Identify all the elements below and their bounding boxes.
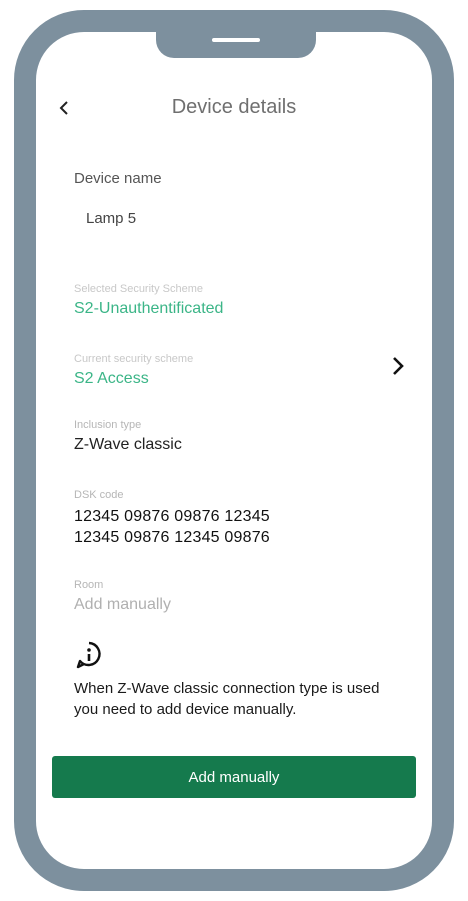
- access-level-field[interactable]: Current security scheme S2 Access: [74, 352, 402, 388]
- access-level-value: S2 Access: [74, 370, 149, 387]
- dsk-label: DSK code: [74, 489, 124, 501]
- room-field[interactable]: Room Add manually: [74, 578, 402, 614]
- security-label: Selected Security Scheme: [74, 283, 204, 295]
- page-title: Device details: [171, 96, 297, 118]
- device-details-screen: Device details Device name Lamp 5 Select…: [36, 32, 432, 869]
- room-label: Room: [74, 579, 104, 591]
- device-name-value-field[interactable]: Lamp 5: [86, 210, 402, 227]
- dsk-line-1: 12345 09876 09876 12345: [74, 508, 270, 525]
- header: Device details: [36, 94, 432, 122]
- dsk-line-2: 12345 09876 12345 09876: [74, 529, 270, 546]
- device-name-label: Device name: [74, 170, 162, 187]
- connection-value: Z-Wave classic: [74, 436, 182, 453]
- security-value: S2-Unauthentificated: [74, 300, 224, 317]
- add-manually-button[interactable]: Add manually: [52, 756, 416, 798]
- room-value: Add manually: [74, 596, 171, 613]
- info-message: When Z-Wave classic connection type is u…: [74, 680, 380, 718]
- dsk-field: DSK code 12345 09876 09876 12345 12345 0…: [74, 488, 402, 548]
- connection-field: Inclusion type Z-Wave classic: [74, 418, 402, 454]
- info-icon: [76, 641, 101, 669]
- connection-label: Inclusion type: [74, 419, 142, 431]
- device-name-field: Device name: [74, 170, 402, 187]
- security-field: Selected Security Scheme S2-Unauthentifi…: [74, 282, 402, 318]
- phone-frame: Device details Device name Lamp 5 Select…: [14, 10, 454, 891]
- chevron-right-icon[interactable]: [388, 354, 408, 378]
- device-name-value: Lamp 5: [86, 210, 137, 227]
- access-level-label: Current security scheme: [74, 353, 194, 365]
